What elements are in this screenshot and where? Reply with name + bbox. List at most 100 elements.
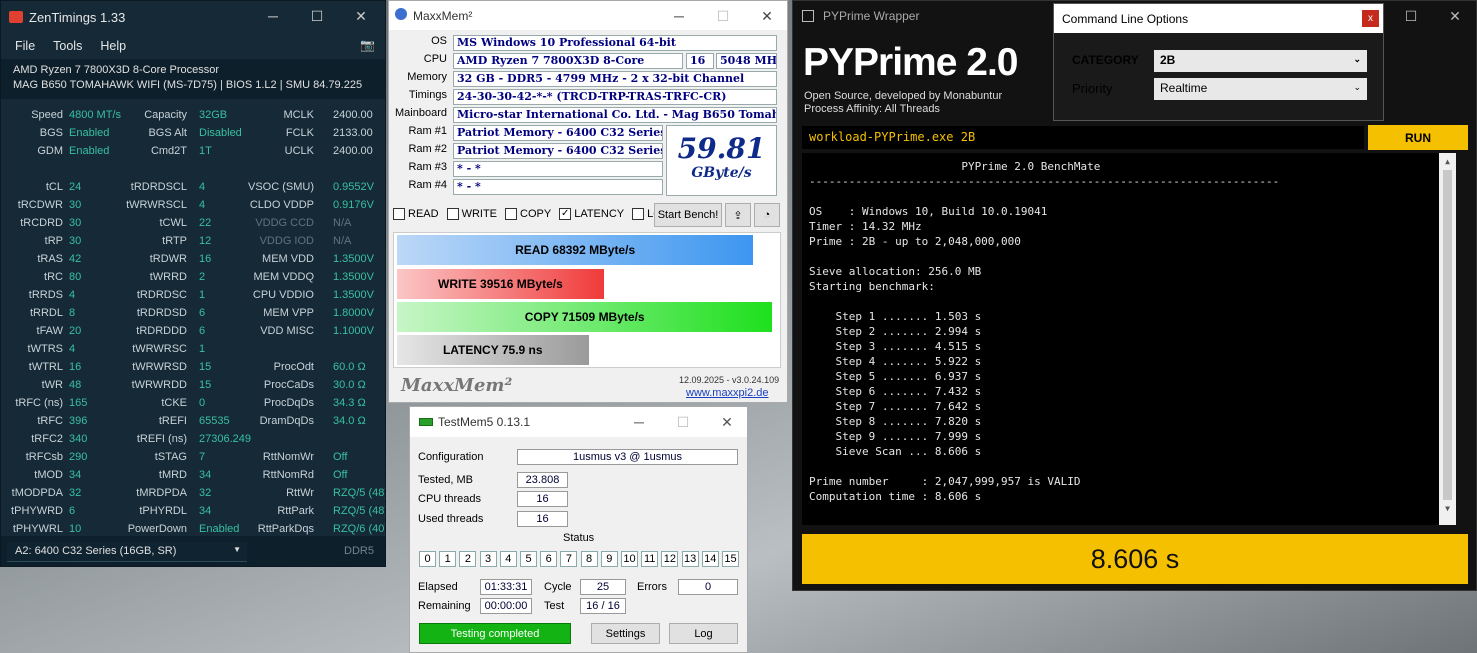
timing-label: BGS Alt (148, 127, 187, 139)
minimize-icon[interactable]: ─ (251, 1, 295, 31)
read-checkbox[interactable]: READ (393, 208, 439, 221)
minimize-icon[interactable]: ─ (617, 407, 661, 437)
timing-value: 290 (69, 451, 88, 463)
timing-label: tSTAG (154, 451, 187, 463)
ram-label: Ram #4 (408, 179, 447, 191)
priority-select[interactable]: Realtime ⌄ (1154, 78, 1367, 100)
timing-label: tREFI (ns) (136, 433, 187, 445)
timing-value: 4 (69, 343, 76, 355)
scrollbar[interactable]: ▲ ▼ (1439, 153, 1456, 525)
latency-checkbox[interactable]: ✓ LATENCY (559, 208, 624, 221)
timing-value: 12 (199, 235, 212, 247)
menu-file[interactable]: File (15, 39, 35, 53)
close-icon[interactable]: ✕ (339, 1, 383, 31)
chevron-down-icon: ⌄ (1353, 82, 1361, 92)
timing-label: tRTP (162, 235, 187, 247)
maxxmem-logo: MaxxMem² (401, 375, 513, 396)
export-icon[interactable]: ⇪ (725, 203, 751, 227)
timing-value: 32 (69, 487, 82, 499)
close-icon[interactable]: ✕ (705, 407, 747, 437)
window-controls: ─ ☐ ✕ (617, 407, 747, 437)
cycle-value: 25 (580, 579, 626, 595)
write-checkbox[interactable]: WRITE (446, 208, 497, 221)
timing-label: tMRD (158, 469, 187, 481)
timing-label: RttNomWr (262, 451, 314, 463)
camera-icon[interactable]: 📷 (360, 38, 375, 52)
close-icon[interactable]: ✕ (745, 1, 787, 31)
scroll-down-icon[interactable]: ▼ (1439, 500, 1456, 517)
website-link[interactable]: www.maxxpi2.de (686, 387, 769, 399)
log-button[interactable]: Log (669, 623, 738, 644)
timing-label: tPHYRDL (139, 505, 187, 517)
timing-value: 0.9176V (333, 199, 374, 211)
timing-label: BGS (39, 127, 63, 139)
os-row: OS MS Windows 10 Professional 64-bit (389, 35, 787, 52)
timing-label: RttPark (277, 505, 314, 517)
maximize-icon[interactable]: ☐ (701, 1, 745, 31)
timing-value: 1.8000V (333, 307, 374, 319)
timing-label: tPHYWRD (11, 505, 63, 517)
timing-value: 20 (69, 325, 82, 337)
ram-value: Patriot Memory - 6400 C32 Series (453, 125, 663, 141)
timing-value: 32GB (199, 109, 228, 121)
timings-value: 24-30-30-42-*-* (TRCD-TRP-TRAS-TRFC-CR) (453, 89, 777, 105)
status-cell: 1 (439, 551, 457, 567)
timing-label: tRFC2 (31, 433, 63, 445)
timing-value: 2400.00 (333, 109, 373, 121)
timing-row: tMOD 34 tMRD 34 RttNomRd Off (1, 467, 385, 485)
timing-label: VDDG CCD (255, 217, 314, 229)
timing-row: tRRDS 4 tRDRDSC 1 CPU VDDIO 1.3500V (1, 287, 385, 305)
module-select[interactable]: A2: 6400 C32 Series (16GB, SR) ▼ (7, 542, 247, 562)
timing-label: tFAW (36, 325, 63, 337)
status-cell: 10 (621, 551, 638, 567)
close-icon[interactable]: ✕ (1433, 1, 1476, 31)
category-select[interactable]: 2B ⌄ (1154, 50, 1367, 72)
window-controls: ─ ☐ ✕ (657, 1, 787, 31)
timing-label: MCLK (283, 109, 314, 121)
timing-value: 2133.00 (333, 127, 373, 139)
timing-label: MEM VPP (263, 307, 314, 319)
timing-label: Cmd2T (150, 145, 187, 157)
timing-label: tRFCsb (25, 451, 63, 463)
timing-value: 30.0 Ω (333, 379, 366, 391)
settings-button[interactable]: Settings (591, 623, 660, 644)
gauge-icon[interactable]: ◔ (754, 203, 780, 227)
scroll-thumb[interactable] (1443, 170, 1452, 500)
output-console: PYPrime 2.0 BenchMate ------------------… (802, 153, 1456, 525)
copy-checkbox[interactable]: COPY (505, 208, 551, 221)
start-bench-button[interactable]: Start Bench! (654, 203, 722, 227)
timing-label: VDD MISC (260, 325, 314, 337)
timing-label: tCL (45, 181, 63, 193)
timing-row: GDM Enabled Cmd2T 1T UCLK 2400.00 (1, 143, 385, 161)
command-line-options-dialog: Command Line Options x CATEGORY 2B ⌄ Pri… (1053, 3, 1384, 121)
run-button[interactable]: RUN (1368, 125, 1468, 150)
scroll-up-icon[interactable]: ▲ (1439, 153, 1456, 170)
timing-label: tWRWRDD (131, 379, 187, 391)
tested-label: Tested, MB (418, 474, 474, 486)
mainboard-row: Mainboard Micro-star International Co. L… (389, 107, 787, 124)
timing-value: RZQ/5 (48) (333, 505, 386, 517)
board-info: MAG B650 TOMAHAWK WIFI (MS-7D75) | BIOS … (13, 79, 363, 91)
dialog-titlebar: Command Line Options x (1054, 4, 1383, 33)
timing-label: RttParkDqs (257, 523, 314, 535)
menu-tools[interactable]: Tools (53, 39, 82, 53)
maximize-icon[interactable]: ☐ (1389, 1, 1433, 31)
minimize-icon[interactable]: ─ (657, 1, 701, 31)
developer-line: Open Source, developed by Monabuntur (804, 90, 1003, 102)
score-box: 59.81 GByte/s (666, 125, 777, 196)
timing-row: tMODPDA 32 tMRDPDA 32 RttWr RZQ/5 (48) (1, 485, 385, 503)
timing-value: 30 (69, 217, 82, 229)
priority-label: Priority (1072, 81, 1113, 96)
timing-row: tRP 30 tRTP 12 VDDG IOD N/A (1, 233, 385, 251)
maximize-icon[interactable]: ☐ (295, 1, 339, 31)
remaining-label: Remaining (418, 600, 471, 612)
timing-value: 65535 (199, 415, 230, 427)
checkmark-icon: ✓ (559, 208, 572, 221)
menu-help[interactable]: Help (100, 39, 126, 53)
maximize-icon[interactable]: ☐ (661, 407, 705, 437)
timing-value: 15 (199, 361, 212, 373)
timing-label: CLDO VDDP (249, 199, 314, 211)
command-input[interactable]: workload-PYPrime.exe 2B (802, 126, 1364, 149)
timing-value: 42 (69, 253, 82, 265)
close-icon[interactable]: x (1362, 10, 1379, 27)
